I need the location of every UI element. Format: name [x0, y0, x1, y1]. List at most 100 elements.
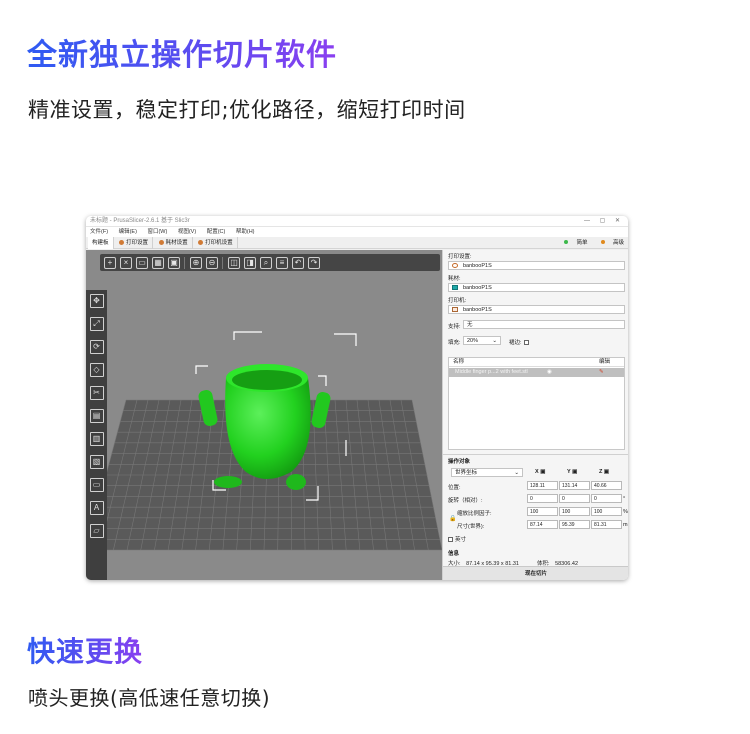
description-slicer: 精准设置，稳定打印;优化路径，缩短打印时间 [28, 98, 466, 122]
tab-print-settings[interactable]: 打印设置 [115, 237, 154, 249]
rotation-label: 旋转（相对）: [448, 498, 483, 504]
scale-x-field[interactable]: 100 [527, 507, 558, 516]
column-edit: 编辑 [599, 359, 611, 365]
menu-view[interactable]: 视图(V) [178, 229, 196, 235]
headline-new-slicer: 全新独立操作切片软件 [27, 30, 337, 74]
spool-icon [158, 240, 164, 245]
position-z-field[interactable]: 40.66 [591, 481, 622, 490]
gear-icon [452, 263, 458, 268]
size-z-field[interactable]: 81.31 [591, 520, 622, 529]
print-settings-select[interactable]: banbooP1S [448, 261, 625, 270]
copy-icon[interactable]: ▣ [168, 256, 180, 269]
cut-icon[interactable]: ✂ [89, 386, 104, 400]
rotation-y-field[interactable]: 0 [559, 494, 590, 503]
window-title: 未标题 - PrusaSlicer-2.6.1 基于 Slic3r [90, 218, 190, 224]
delete-icon[interactable]: × [120, 256, 132, 269]
axis-y-label: Y ▣ [567, 469, 578, 475]
tab-filament-settings[interactable]: 耗材设置 [155, 237, 193, 249]
lock-icon[interactable]: 🔒 [449, 515, 456, 522]
printer-icon [198, 240, 204, 245]
split-objects-icon[interactable]: ◫ [228, 256, 240, 269]
emboss-icon[interactable]: A [89, 501, 104, 515]
support-label: 支持: [448, 324, 461, 330]
inch-toggle[interactable]: 英寸 [448, 535, 466, 543]
redo-icon[interactable]: ↷ [308, 256, 320, 269]
menu-bar: 文件(F) 编辑(E) 窗口(W) 视图(V) 配置(C) 帮助(H) [86, 227, 628, 237]
printer-select[interactable]: banbooP1S [448, 305, 625, 314]
delete-all-icon[interactable]: ▭ [136, 256, 148, 269]
place-on-face-icon[interactable]: ◇ [89, 363, 104, 377]
scale-icon[interactable]: ⤢ [89, 317, 104, 331]
measure-icon[interactable]: ▭ [89, 478, 104, 492]
manipulation-title: 操作对象 [448, 459, 471, 465]
position-x-field[interactable]: 128.11 [527, 481, 558, 490]
menu-help[interactable]: 帮助(H) [236, 229, 255, 235]
layers-icon[interactable]: ≡ [276, 256, 288, 269]
support-select[interactable]: 无 [463, 320, 625, 329]
chevron-down-icon: ⌄ [492, 338, 497, 344]
split-parts-icon[interactable]: ◨ [244, 256, 256, 269]
filament-label: 耗材: [448, 276, 461, 282]
add-instance-icon[interactable]: ⊕ [190, 256, 202, 269]
mode-switch: 简单 高级 [552, 237, 624, 249]
seam-icon[interactable]: ▥ [89, 432, 104, 446]
size-x-field[interactable]: 87.14 [527, 520, 558, 529]
brim-label: 裙边: [509, 338, 529, 346]
object-list[interactable]: 名称 编辑 Middle finger p...2 with feet.stl … [448, 357, 625, 450]
scale-z-field[interactable]: 100 [591, 507, 622, 516]
axis-z-label: Z ▣ [599, 469, 610, 475]
undo-icon[interactable]: ↶ [292, 256, 304, 269]
toolbar-separator [184, 256, 185, 269]
toolbar-separator [222, 256, 223, 269]
tab-bar: 构建板 打印设置 耗材设置 打印机设置 简单 高级 [86, 237, 628, 249]
brim-checkbox[interactable] [523, 340, 529, 345]
object-name: Middle finger p...2 with feet.stl [455, 369, 528, 375]
arrange-icon[interactable]: ▦ [152, 256, 164, 269]
slicer-window: 未标题 - PrusaSlicer-2.6.1 基于 Slic3r — ▢ ✕ … [86, 216, 628, 580]
rotate-icon[interactable]: ⟳ [89, 340, 104, 354]
layer-view-icon[interactable]: ▱ [89, 524, 104, 538]
rotation-z-field[interactable]: 0 [591, 494, 622, 503]
3d-scene[interactable] [86, 250, 442, 580]
mode-expert[interactable]: 高级 [595, 240, 624, 246]
object-list-item[interactable]: Middle finger p...2 with feet.stl ◉ ✎ [449, 368, 624, 377]
infill-select[interactable]: 20% ⌄ [463, 336, 501, 345]
edit-icon[interactable]: ✎ [599, 368, 604, 377]
tab-plater[interactable]: 构建板 [88, 237, 114, 249]
mmu-paint-icon[interactable]: ▧ [89, 455, 104, 469]
printer-label: 打印机: [448, 298, 467, 304]
window-controls[interactable]: — ▢ ✕ [584, 216, 624, 227]
scale-label: 缩放比例因子: [457, 511, 492, 517]
filament-select[interactable]: banbooP1S [448, 283, 625, 292]
chevron-down-icon: ⌄ [514, 470, 519, 476]
size-y-field[interactable]: 95.39 [559, 520, 590, 529]
scale-y-field[interactable]: 100 [559, 507, 590, 516]
top-toolbar: + × ▭ ▦ ▣ ⊕ ⊖ ◫ ◨ ⌕ ≡ ↶ ↷ [100, 254, 440, 271]
add-icon[interactable]: + [104, 256, 116, 269]
remove-instance-icon[interactable]: ⊖ [206, 256, 218, 269]
rotation-x-field[interactable]: 0 [527, 494, 558, 503]
filament-color-swatch [452, 285, 458, 290]
move-icon[interactable]: ✥ [89, 294, 104, 308]
print-settings-label: 打印设置: [448, 254, 472, 260]
description-quick-swap: 喷头更换(高低速任意切换) [28, 686, 271, 710]
menu-config[interactable]: 配置(C) [207, 229, 226, 235]
paint-supports-icon[interactable]: ▤ [89, 409, 104, 423]
menu-edit[interactable]: 编辑(E) [119, 229, 137, 235]
tab-printer-settings[interactable]: 打印机设置 [194, 237, 238, 249]
inch-checkbox[interactable] [448, 537, 453, 542]
rotation-unit: ° [623, 496, 626, 502]
coordinate-system-select[interactable]: 世界坐标 ⌄ [451, 468, 523, 477]
settings-panel: 打印设置: banbooP1S 耗材: banbooP1S 打印机: banbo… [442, 250, 628, 580]
menu-file[interactable]: 文件(F) [90, 229, 108, 235]
mode-simple[interactable]: 简单 [558, 240, 587, 246]
size-unit: mm [623, 522, 628, 528]
menu-window[interactable]: 窗口(W) [147, 229, 167, 235]
search-icon[interactable]: ⌕ [260, 256, 272, 269]
window-titlebar: 未标题 - PrusaSlicer-2.6.1 基于 Slic3r — ▢ ✕ [86, 216, 628, 227]
slice-now-button[interactable]: 现在切片 [443, 566, 628, 580]
eye-icon[interactable]: ◉ [547, 368, 552, 377]
position-y-field[interactable]: 131.14 [559, 481, 590, 490]
model-pot-opening [232, 370, 302, 390]
3d-viewport[interactable]: + × ▭ ▦ ▣ ⊕ ⊖ ◫ ◨ ⌕ ≡ ↶ ↷ ✥ ⤢ ⟳ ◇ ✂ ▤ ▥ … [86, 250, 442, 580]
